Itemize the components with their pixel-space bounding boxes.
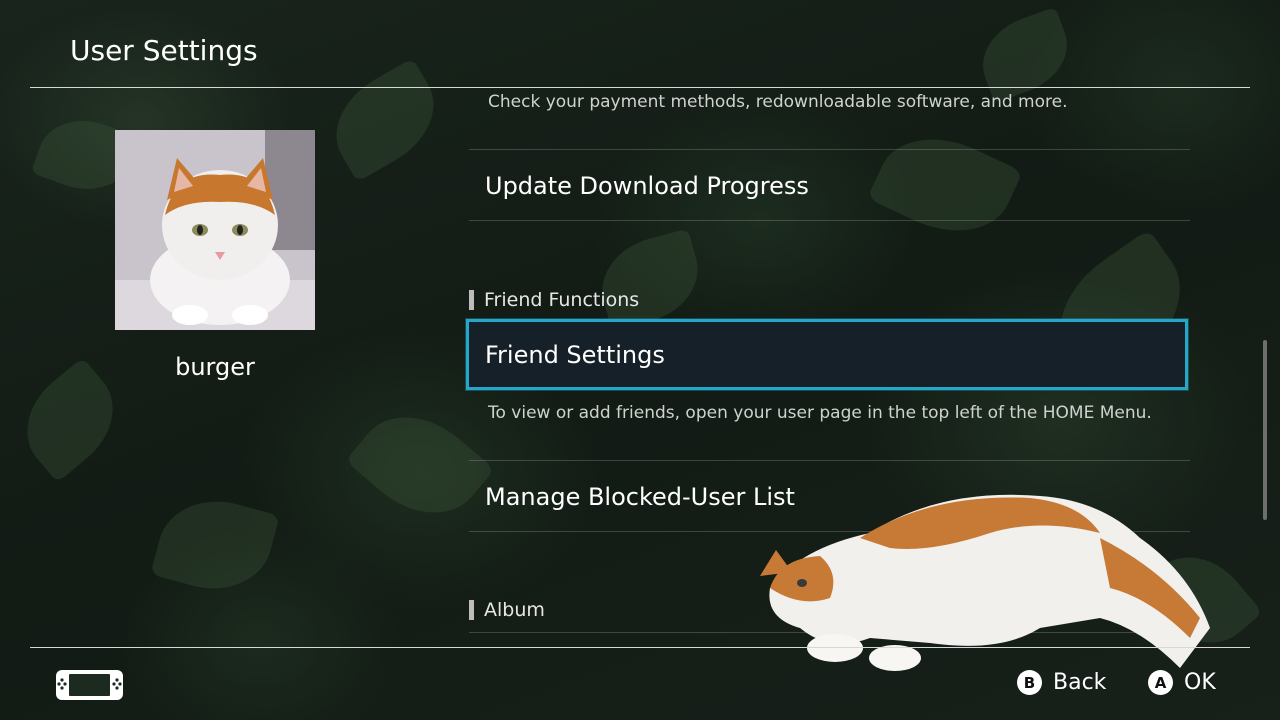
- section-label: Friend Functions: [484, 289, 640, 311]
- section-header-friend-functions: Friend Functions: [469, 289, 639, 311]
- ok-button[interactable]: A OK: [1148, 670, 1216, 695]
- update-download-progress-item[interactable]: Update Download Progress: [469, 150, 1190, 221]
- item-label: Update Download Progress: [485, 171, 809, 200]
- lounging-cat-wallpaper: [760, 494, 1210, 671]
- ok-label: OK: [1184, 670, 1216, 695]
- section-marker: [469, 600, 474, 620]
- item-description: Check your payment methods, redownloadab…: [488, 92, 1068, 112]
- list-separator: [469, 220, 1190, 221]
- page-title: User Settings: [70, 34, 258, 67]
- scrollbar[interactable]: [1263, 340, 1267, 520]
- section-header-album: Album: [469, 599, 545, 621]
- a-button-icon: A: [1148, 670, 1173, 695]
- friend-settings-item[interactable]: Friend Settings: [466, 319, 1188, 390]
- back-button[interactable]: B Back: [1017, 670, 1106, 695]
- section-marker: [469, 290, 474, 310]
- footer-divider: [30, 647, 1250, 648]
- b-button-icon: B: [1017, 670, 1042, 695]
- section-label: Album: [484, 599, 545, 621]
- console-icon: [56, 670, 123, 700]
- item-description: To view or add friends, open your user p…: [488, 403, 1152, 423]
- item-label: Friend Settings: [485, 340, 665, 369]
- back-label: Back: [1053, 670, 1107, 695]
